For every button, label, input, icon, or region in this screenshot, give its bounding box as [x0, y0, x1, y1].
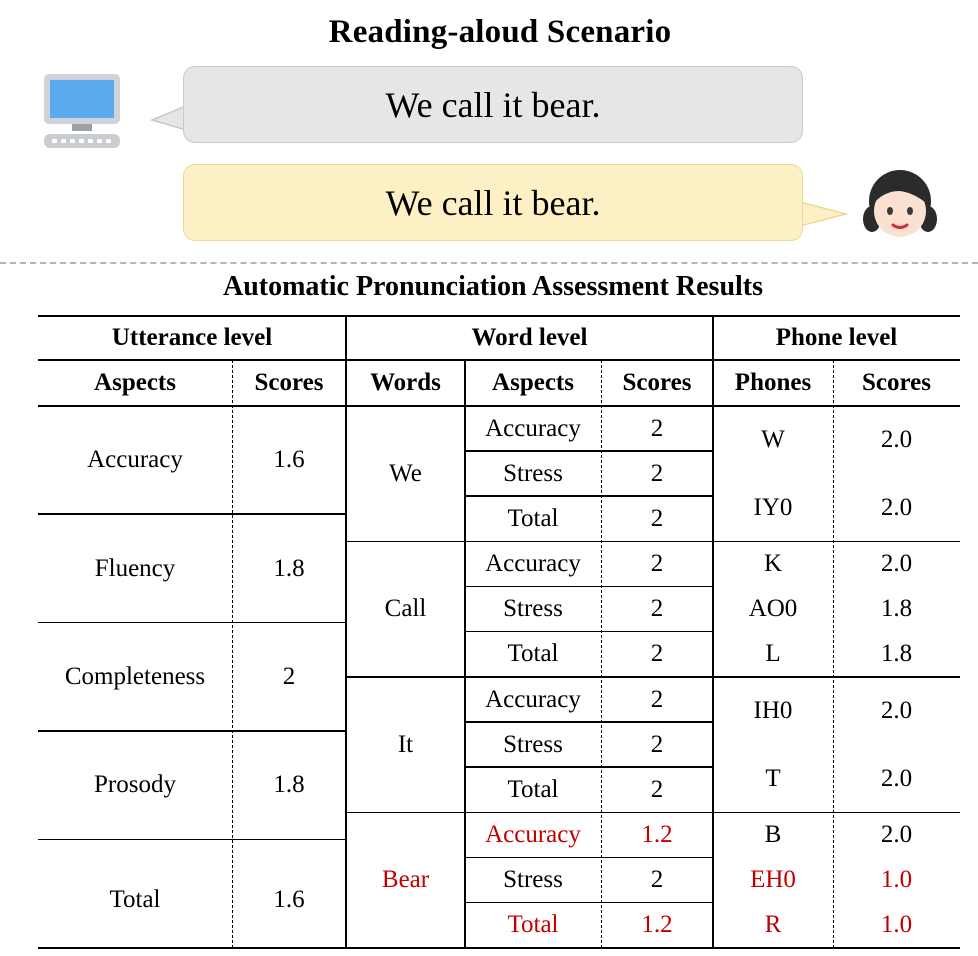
word-cell: We — [389, 459, 422, 487]
word-aspect-cell: Accuracy — [485, 821, 581, 849]
word-aspect-row-rule — [465, 766, 713, 768]
phone-cell: R — [764, 911, 782, 939]
word-aspect-cell: Stress — [503, 459, 563, 487]
utterance-level-header: Utterance level — [111, 324, 273, 351]
phone-level-header: Phone level — [775, 324, 898, 351]
word-aspect-cell: Total — [507, 640, 559, 668]
utterance-row-rule — [38, 513, 346, 515]
word-score-cell: 2 — [650, 595, 664, 623]
word-aspect-row-rule — [465, 630, 713, 633]
phone-cell: AO0 — [748, 595, 798, 623]
utterance-score-cell: 1.6 — [273, 885, 305, 913]
word-aspect-row-rule — [465, 450, 713, 452]
word-score-cell: 2 — [650, 504, 664, 532]
phone-score-cell: 1.0 — [880, 911, 913, 939]
phone-score-cell: 1.8 — [880, 640, 913, 668]
utterance-row-rule — [38, 730, 346, 732]
phone-cell: IH0 — [753, 696, 793, 724]
word-score-cell: 2 — [650, 866, 664, 894]
word-score-cell: 2 — [650, 459, 664, 487]
phone-score-cell: 1.0 — [880, 866, 913, 894]
word-aspect-row-rule — [465, 585, 713, 588]
word-aspect-cell: Stress — [503, 595, 563, 623]
utterance-aspect-cell: Accuracy — [87, 446, 183, 474]
word-aspect-row-rule — [465, 495, 713, 497]
word-aspects-header: Aspects — [492, 369, 574, 396]
utterance-aspect-cell: Completeness — [64, 662, 206, 690]
word-cell: It — [397, 730, 414, 758]
word-aspect-cell: Total — [507, 775, 559, 803]
assessment-results-table: Utterance level Word level Phone level Aspe… — [0, 0, 978, 956]
word-level-header: Word level — [471, 324, 588, 351]
phone-score-cell: 2.0 — [880, 550, 913, 578]
utterance-score-cell: 1.8 — [273, 554, 305, 582]
word-cell: Call — [384, 595, 427, 623]
phone-cell: K — [763, 550, 783, 578]
phone-cell: IY0 — [753, 493, 793, 521]
word-aspect-cell: Accuracy — [485, 550, 581, 578]
utterance-scores-header: Scores — [254, 369, 324, 396]
words-header: Words — [370, 369, 441, 396]
word-aspect-cell: Stress — [503, 730, 563, 758]
word-scores-header: Scores — [622, 369, 692, 396]
utterance-score-cell: 1.8 — [273, 771, 305, 799]
word-score-cell: 2 — [650, 775, 664, 803]
word-aspect-cell: Accuracy — [485, 685, 581, 713]
word-score-cell: 2 — [650, 640, 664, 668]
phone-cell: EH0 — [750, 866, 796, 894]
word-score-cell: 1.2 — [641, 821, 673, 849]
word-aspect-row-rule — [465, 901, 713, 904]
utterance-score-cell: 2 — [282, 662, 296, 690]
phone-cell: L — [765, 640, 781, 668]
utterance-aspect-cell: Fluency — [94, 554, 176, 582]
word-aspect-cell: Total — [507, 911, 559, 939]
phone-cell: B — [764, 821, 782, 849]
word-score-cell: 1.2 — [641, 911, 673, 939]
word-cell: Bear — [381, 866, 430, 894]
word-aspect-row-rule — [465, 856, 713, 859]
phone-score-cell: 2.0 — [880, 821, 913, 849]
phone-cell: T — [765, 764, 781, 792]
word-aspect-row-rule — [465, 721, 713, 723]
phone-score-cell: 2.0 — [880, 493, 913, 521]
utterance-aspect-cell: Prosody — [94, 771, 176, 799]
phone-score-cell: 2.0 — [880, 764, 913, 792]
phone-cell: W — [761, 425, 785, 453]
word-score-cell: 2 — [650, 550, 664, 578]
phones-header: Phones — [734, 369, 812, 396]
utterance-score-cell: 1.6 — [273, 446, 305, 474]
word-aspect-cell: Stress — [503, 866, 563, 894]
phone-score-cell: 1.8 — [880, 595, 913, 623]
utterance-row-rule — [38, 838, 346, 841]
phone-scores-header: Scores — [862, 369, 931, 396]
utterance-aspect-cell: Total — [109, 885, 161, 913]
phone-score-cell: 2.0 — [880, 425, 913, 453]
word-aspect-cell: Total — [507, 504, 559, 532]
word-score-cell: 2 — [650, 685, 664, 713]
word-score-cell: 2 — [650, 414, 664, 442]
utterance-row-rule — [38, 621, 346, 624]
word-aspect-cell: Accuracy — [485, 414, 581, 442]
utterance-aspects-header: Aspects — [94, 369, 176, 396]
phone-score-cell: 2.0 — [880, 696, 913, 724]
word-score-cell: 2 — [650, 730, 664, 758]
